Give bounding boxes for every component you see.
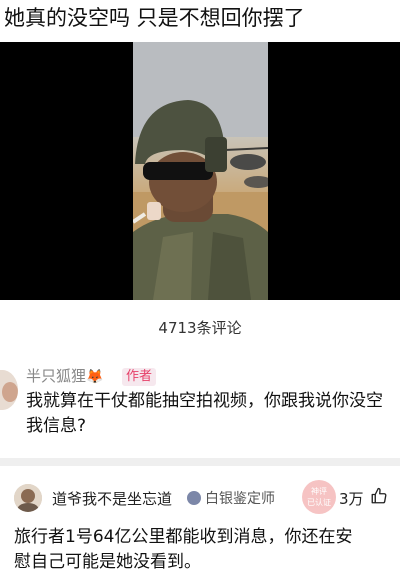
featured-stamp-icon: 神评 已认证 bbox=[302, 480, 336, 514]
post-title: 她真的没空吗 只是不想回你摆了 bbox=[4, 6, 305, 30]
divider bbox=[0, 458, 400, 466]
thumbs-up-icon[interactable] bbox=[370, 487, 388, 505]
avatar-image bbox=[14, 484, 42, 512]
author-badge: 作者 bbox=[122, 368, 157, 386]
fox-icon: 🦊 bbox=[86, 369, 104, 385]
comment-text: 我就算在干仗都能抽空拍视频，你跟我说你没空 我信息? bbox=[26, 391, 383, 436]
video-player[interactable] bbox=[0, 42, 400, 300]
like-count: 3万 bbox=[339, 490, 364, 508]
comment-count: 4713条评论 bbox=[158, 319, 242, 337]
silver-medal-icon bbox=[187, 491, 201, 505]
avatar[interactable] bbox=[14, 484, 42, 512]
comment-text: 旅行者1号64亿公里都能收到消息，你还在安 慰自己可能是她没看到。 bbox=[14, 527, 353, 572]
comment-author-name[interactable]: 道爷我不是坐忘道 bbox=[52, 488, 172, 509]
video-frame bbox=[133, 42, 268, 300]
level-badge: 白银鉴定师 bbox=[205, 491, 275, 507]
soldier-image bbox=[133, 42, 268, 300]
comment-author-name[interactable]: 半只狐狸🦊 bbox=[26, 365, 103, 386]
